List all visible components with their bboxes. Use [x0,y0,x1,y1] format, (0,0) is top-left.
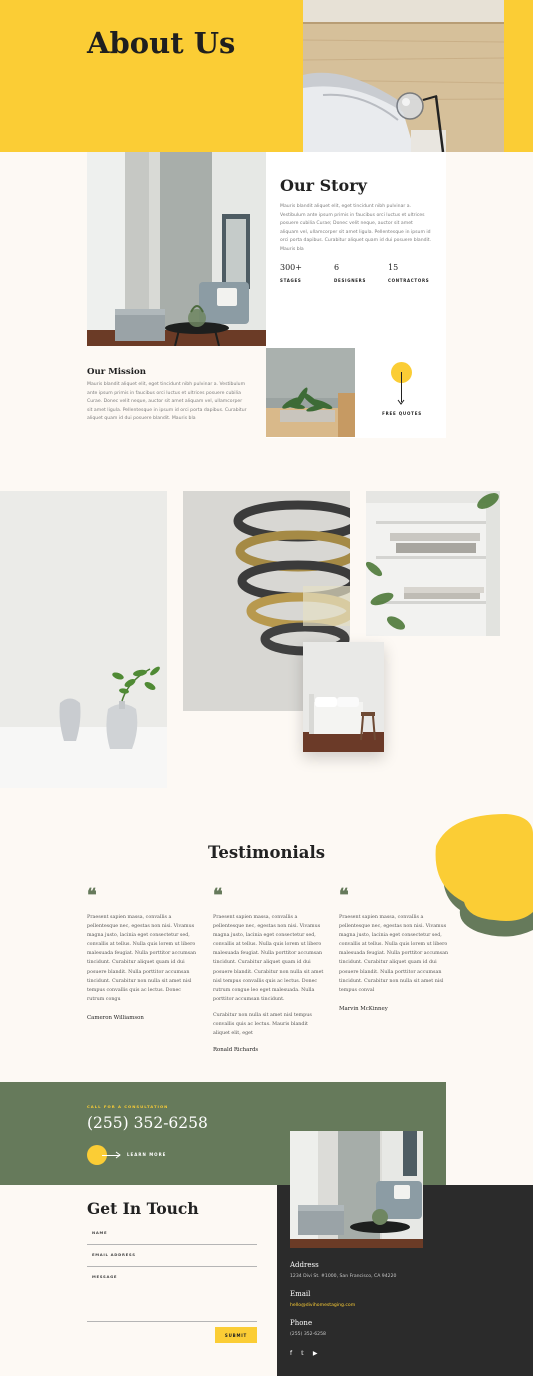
stat-number: 300+ [280,263,302,272]
page-title: About Us [87,26,236,60]
contact-form-title: Get In Touch [87,1199,199,1218]
quote-icon: ❝ [87,885,97,906]
address-text: 1234 Divi St. #1000, San Francisco, CA 9… [290,1274,397,1279]
testimonials-title: Testimonials [207,843,326,862]
testimonial-body: Praesent sapien massa, convallis a pelle… [339,915,449,993]
mission-body: Mauris blandit aliquet elit, eget tincid… [87,382,247,422]
stat-label: CONTRACTORS [388,278,430,283]
stat-stages: 300+ STAGES [280,263,302,283]
quote-icon: ❝ [213,885,223,906]
address-heading: Address [290,1261,319,1269]
message-field[interactable]: MESSAGE [87,1274,257,1322]
living-room-photo [87,152,266,346]
email-link[interactable]: hello@divihomestaging.com [290,1303,355,1308]
stat-number: 15 [388,263,399,272]
plant-planter-photo [266,348,355,437]
hero-bedroom-photo [303,0,504,152]
contact-email: Email hello@divihomestaging.com [290,1290,355,1308]
name-label: NAME [92,1230,108,1235]
message-input-underline [87,1321,257,1322]
submit-button[interactable]: SUBMIT [215,1327,257,1343]
arrow-down-icon [397,399,405,405]
arrow-right-icon [115,1151,121,1159]
testimonial-card: ❝ Praesent sapien massa, convallis a pel… [213,885,325,1054]
stat-contractors: 15 CONTRACTORS [388,263,429,283]
mission-title: Our Mission [87,367,146,377]
story-title: Our Story [280,176,367,195]
learn-more-link[interactable]: LEARN MORE [127,1152,166,1157]
contact-address: Address 1234 Divi St. #1000, San Francis… [290,1261,396,1279]
contact-living-room-photo [290,1131,423,1248]
testimonial-body-extra: Curabitur non nulla sit amet nisl tempus… [213,1012,312,1037]
email-label: EMAIL ADDRESS [92,1252,136,1257]
name-field[interactable]: NAME [87,1230,257,1245]
phone-heading: Phone [290,1319,313,1327]
message-label: MESSAGE [92,1274,118,1279]
social-links: f 𝕥 ▶ [290,1350,318,1357]
free-quotes-label[interactable]: FREE QUOTES [370,411,434,416]
cta-phone-link[interactable]: (255) 352-6258 [87,1114,208,1132]
testimonial-body: Praesent sapien massa, convallis a pelle… [87,915,197,1002]
email-heading: Email [290,1290,311,1298]
stat-number: 6 [334,263,340,272]
testimonial-card: ❝ Praesent sapien massa, convallis a pel… [339,885,451,1012]
facebook-icon[interactable]: f [290,1350,292,1357]
twitter-icon[interactable]: 𝕥 [301,1350,304,1357]
story-body: Mauris blandit aliquet elit, eget tincid… [280,204,432,252]
testimonial-card: ❝ Praesent sapien massa, convallis a pel… [87,885,199,1021]
gallery-bedroom-photo [303,642,384,752]
stat-label: DESIGNERS [334,278,367,283]
email-field[interactable]: EMAIL ADDRESS [87,1252,257,1267]
testimonial-author: Ronald Richards [213,1047,259,1054]
cta-eyebrow: CALL FOR A CONSULTATION [87,1104,169,1109]
quote-icon: ❝ [339,885,349,906]
gallery-shelf-photo [366,491,500,636]
testimonial-body: Praesent sapien massa, convallis a pelle… [213,915,324,1002]
name-input-underline [87,1244,257,1245]
phone-text: (255) 352-6258 [290,1332,326,1337]
contact-phone: Phone (255) 352-6258 [290,1319,326,1337]
stat-label: STAGES [280,278,302,283]
gallery-vases-photo [0,491,167,788]
testimonial-author: Marvin McKinney [339,1005,388,1012]
free-quotes-button[interactable] [391,362,412,383]
email-input-underline [87,1266,257,1267]
stat-designers: 6 DESIGNERS [334,263,366,283]
youtube-icon[interactable]: ▶ [313,1350,318,1357]
testimonial-author: Cameron Williamson [87,1014,144,1021]
